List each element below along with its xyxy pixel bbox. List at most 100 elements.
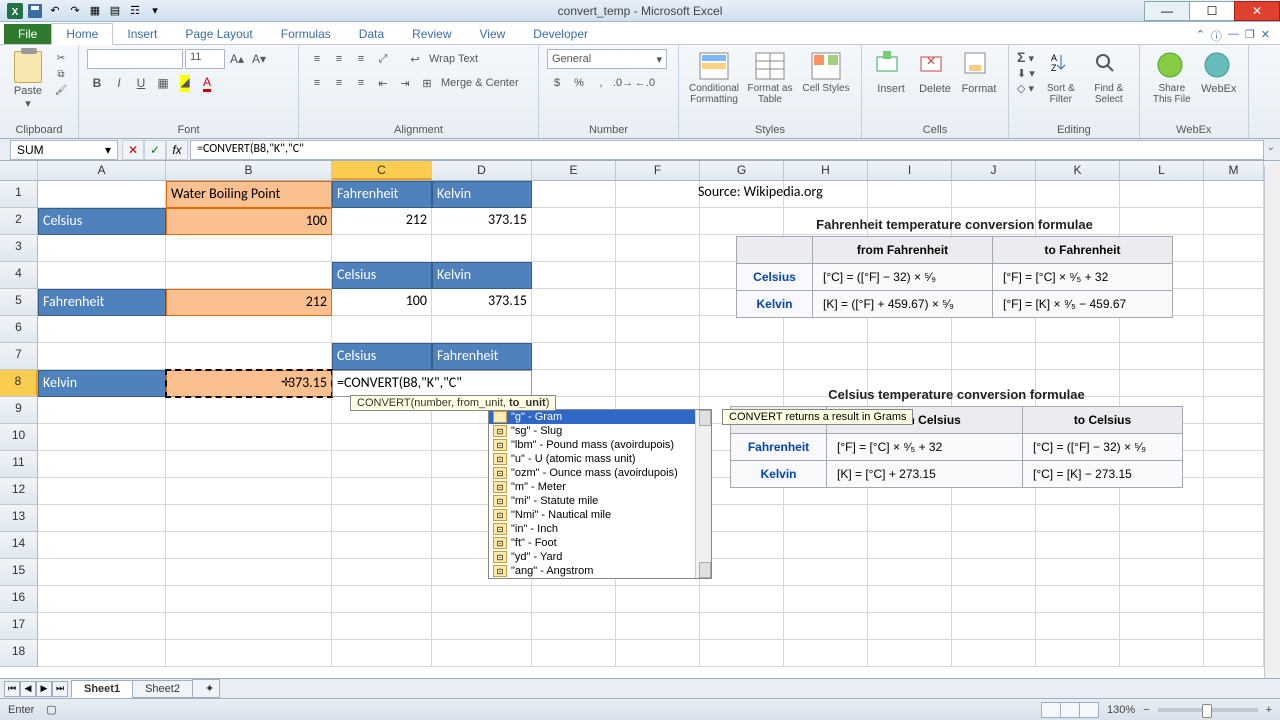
- insert-cells-button[interactable]: Insert: [870, 49, 912, 117]
- cell[interactable]: Water Boiling Point: [166, 181, 332, 208]
- cell[interactable]: Kelvin: [432, 262, 532, 289]
- cell[interactable]: [532, 181, 616, 208]
- enter-formula-button[interactable]: ✓: [144, 140, 166, 160]
- col-header[interactable]: J: [952, 161, 1036, 180]
- cell[interactable]: [332, 559, 432, 586]
- cell[interactable]: [952, 316, 1036, 343]
- cell[interactable]: [952, 559, 1036, 586]
- cell[interactable]: [700, 343, 784, 370]
- dropdown-item[interactable]: ⊡"g" - Gram: [489, 410, 711, 424]
- webex-button[interactable]: WebEx: [1198, 49, 1240, 117]
- cell[interactable]: [332, 451, 432, 478]
- save-icon[interactable]: [26, 3, 44, 19]
- cell[interactable]: [38, 451, 166, 478]
- cell[interactable]: [784, 586, 868, 613]
- cell[interactable]: [1120, 505, 1204, 532]
- row-header[interactable]: 1: [0, 181, 38, 208]
- shrink-font-icon[interactable]: A▾: [249, 49, 269, 69]
- dropdown-scrollbar[interactable]: [695, 410, 711, 578]
- cell[interactable]: [166, 316, 332, 343]
- cell[interactable]: [332, 586, 432, 613]
- cell[interactable]: [1120, 181, 1204, 208]
- cell-styles-button[interactable]: Cell Styles: [799, 49, 853, 117]
- cell[interactable]: [38, 397, 166, 424]
- next-sheet-button[interactable]: ▶: [36, 681, 52, 697]
- row-header[interactable]: 18: [0, 640, 38, 667]
- cell[interactable]: [166, 424, 332, 451]
- cell[interactable]: [616, 586, 700, 613]
- cell[interactable]: [1204, 343, 1264, 370]
- cell-edit-box[interactable]: =CONVERT(B8,"K","C": [332, 370, 532, 397]
- dropdown-item[interactable]: ⊡"ft" - Foot: [489, 536, 711, 550]
- cell[interactable]: [1204, 289, 1264, 316]
- orientation-icon[interactable]: ⤢: [373, 49, 393, 69]
- wrap-text-label[interactable]: Wrap Text: [427, 53, 480, 65]
- border-button[interactable]: ▦: [153, 73, 173, 93]
- undo-icon[interactable]: ↶: [46, 3, 64, 19]
- worksheet-grid[interactable]: A B C D E F G H I J K L M 1Water Boiling…: [0, 161, 1280, 667]
- convert-unit-dropdown[interactable]: ⊡"g" - Gram⊡"sg" - Slug⊡"lbm" - Pound ma…: [488, 409, 712, 579]
- row-header[interactable]: 6: [0, 316, 38, 343]
- cell[interactable]: [532, 235, 616, 262]
- cell[interactable]: [1120, 613, 1204, 640]
- cell[interactable]: [38, 262, 166, 289]
- cell[interactable]: [868, 613, 952, 640]
- wrap-text-icon[interactable]: ↩: [405, 49, 425, 69]
- cell[interactable]: [1120, 343, 1204, 370]
- zoom-in-button[interactable]: +: [1266, 704, 1272, 716]
- cell[interactable]: 212: [332, 208, 432, 235]
- cell[interactable]: [166, 343, 332, 370]
- row-header[interactable]: 3: [0, 235, 38, 262]
- row-header[interactable]: 13: [0, 505, 38, 532]
- cell[interactable]: 100: [166, 208, 332, 235]
- cell[interactable]: [532, 370, 616, 397]
- cell[interactable]: [952, 586, 1036, 613]
- qat-icon[interactable]: ☶: [126, 3, 144, 19]
- decrease-decimal-icon[interactable]: ←.0: [635, 73, 655, 93]
- cell[interactable]: [166, 640, 332, 667]
- autosum-button[interactable]: Σ ▾: [1017, 49, 1035, 65]
- cell[interactable]: [332, 505, 432, 532]
- align-right-icon[interactable]: ≡: [351, 73, 371, 93]
- cell[interactable]: 212: [166, 289, 332, 316]
- cell[interactable]: [38, 586, 166, 613]
- dropdown-item[interactable]: ⊡"Nmi" - Nautical mile: [489, 508, 711, 522]
- tab-formulas[interactable]: Formulas: [267, 24, 345, 44]
- row-header[interactable]: 10: [0, 424, 38, 451]
- sheet-tab[interactable]: Sheet2: [132, 680, 193, 698]
- find-select-button[interactable]: Find & Select: [1087, 49, 1131, 117]
- tab-home[interactable]: Home: [51, 23, 113, 45]
- cell[interactable]: [784, 613, 868, 640]
- cell[interactable]: [432, 586, 532, 613]
- cell[interactable]: [38, 424, 166, 451]
- cell[interactable]: [868, 640, 952, 667]
- cell[interactable]: [1036, 640, 1120, 667]
- cell[interactable]: [1204, 586, 1264, 613]
- maximize-button[interactable]: ☐: [1189, 1, 1235, 21]
- col-header[interactable]: E: [532, 161, 616, 180]
- cell[interactable]: [700, 316, 784, 343]
- cell[interactable]: [616, 235, 700, 262]
- cell[interactable]: [1204, 613, 1264, 640]
- cell[interactable]: [616, 181, 700, 208]
- qat-icon[interactable]: ▤: [106, 3, 124, 19]
- cell[interactable]: [532, 343, 616, 370]
- formula-input[interactable]: =CONVERT(B8,"K","C": [190, 140, 1264, 160]
- cell[interactable]: [38, 343, 166, 370]
- cell[interactable]: Celsius: [332, 343, 432, 370]
- cell[interactable]: [1036, 316, 1120, 343]
- tab-page-layout[interactable]: Page Layout: [171, 24, 266, 44]
- percent-icon[interactable]: %: [569, 73, 589, 93]
- cell[interactable]: [332, 235, 432, 262]
- cancel-formula-button[interactable]: ✕: [122, 140, 144, 160]
- last-sheet-button[interactable]: ⏭: [52, 681, 68, 697]
- cell[interactable]: [1120, 559, 1204, 586]
- select-all-corner[interactable]: [0, 161, 38, 180]
- tab-developer[interactable]: Developer: [519, 24, 602, 44]
- dropdown-item[interactable]: ⊡"mi" - Statute mile: [489, 494, 711, 508]
- cut-icon[interactable]: ✂: [52, 51, 70, 65]
- increase-indent-icon[interactable]: ⇥: [395, 73, 415, 93]
- cell[interactable]: [1204, 208, 1264, 235]
- cell[interactable]: [38, 181, 166, 208]
- dropdown-item[interactable]: ⊡"ozm" - Ounce mass (avoirdupois): [489, 466, 711, 480]
